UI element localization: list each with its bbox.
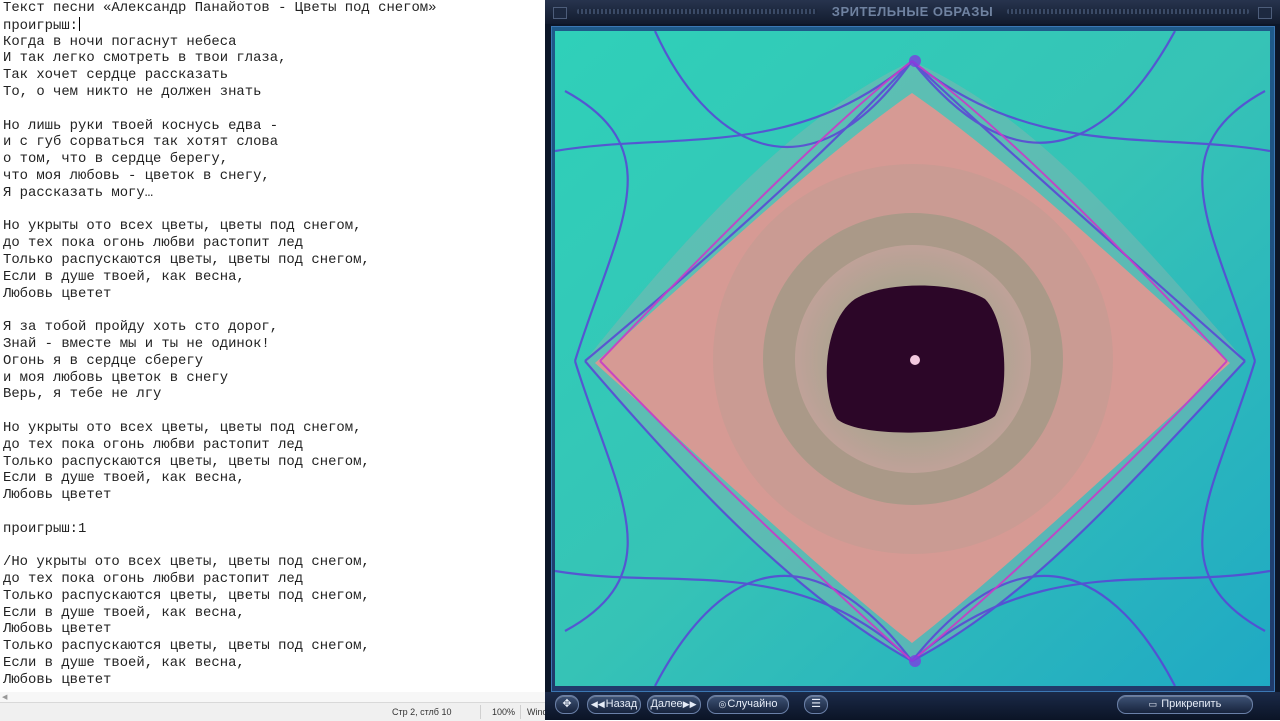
lyric-line: Только распускаются цветы, цветы под сне… [3, 453, 370, 470]
status-bar: Стр 2, стлб 10 100% Wind [0, 702, 548, 721]
move-icon[interactable]: ✥ [555, 695, 579, 714]
lyric-line: Если в душе твоей, как весна, [3, 470, 245, 487]
player-title: ЗРИТЕЛЬНЫЕ ОБРАЗЫ [831, 4, 994, 19]
lyric-line: Только распускаются цветы, цветы под сне… [3, 251, 370, 268]
lyric-line: Любовь цветет [3, 487, 112, 504]
lyric-line [3, 504, 436, 521]
pin-icon: ▭ [1148, 699, 1158, 709]
lyric-line: о том, что в сердце берегу, [3, 151, 229, 168]
lyric-line: То, о чем никто не должен знать [3, 83, 262, 100]
lyric-line: Любовь цветет [3, 671, 112, 688]
text-caret [79, 16, 81, 31]
lyric-line: Я за тобой пройду хоть сто дорог, [3, 319, 279, 336]
random-icon: ◎ [718, 699, 727, 709]
visualization-frame [551, 26, 1275, 692]
lyric-line: Если в душе твоей, как весна, [3, 268, 245, 285]
lyric-line: /Но укрыты ото всех цветы, цветы под сне… [3, 554, 370, 571]
random-button[interactable]: ◎Случайно [707, 695, 789, 714]
rewind-icon: ◀◀ [590, 699, 605, 709]
lyric-line: Когда в ночи погаснут небеса [3, 33, 237, 50]
fast-forward-icon: ▶▶ [682, 699, 697, 709]
lyric-line: Если в душе твоей, как весна, [3, 604, 245, 621]
lyric-line: Верь, я тебе не лгу [3, 386, 162, 403]
lyric-line: Но лишь руки твоей коснусь едва - [3, 117, 279, 134]
back-button[interactable]: ◀◀Назад [587, 695, 641, 714]
lyrics-text[interactable]: Текст песни «Александр Панайотов - Цветы… [3, 0, 436, 689]
media-player-window: ЗРИТЕЛЬНЫЕ ОБРАЗЫ ✥ ◀◀Назад Далее▶▶ ◎Слу… [545, 0, 1280, 720]
notepad-editor[interactable]: Текст песни «Александр Панайотов - Цветы… [0, 0, 545, 692]
lyric-line: Только распускаются цветы, цветы под сне… [3, 587, 370, 604]
lyric-line: Текст песни «Александр Панайотов - Цветы… [3, 0, 437, 16]
lyric-line: до тех пока огонь любви растопит лед [3, 235, 304, 252]
lyric-line: и с губ сорваться так хотят слова [3, 134, 279, 151]
lyric-line [3, 403, 436, 420]
zoom-level: 100% [492, 707, 516, 717]
lyric-line: Любовь цветет [3, 621, 112, 638]
lyric-line: до тех пока огонь любви растопит лед [3, 571, 304, 588]
lyric-line [3, 302, 436, 319]
scroll-left-icon[interactable]: ◀ [2, 693, 7, 701]
lyric-line [3, 202, 436, 219]
visualization-canvas[interactable] [555, 31, 1270, 686]
lyric-line: что моя любовь - цветок в снегу, [3, 167, 270, 184]
lyric-line: Если в душе твоей, как весна, [3, 655, 245, 672]
menu-icon[interactable]: ☰ [804, 695, 828, 714]
lyric-line: Но укрыты ото всех цветы, цветы под снег… [3, 218, 362, 235]
lyric-line: Я рассказать могу… [3, 184, 154, 201]
pin-button[interactable]: ▭ Прикрепить [1117, 695, 1253, 714]
player-titlebar[interactable]: ЗРИТЕЛЬНЫЕ ОБРАЗЫ [545, 0, 1280, 24]
player-controls-bar: ✥ ◀◀Назад Далее▶▶ ◎Случайно ☰ ▭ Прикрепи… [545, 692, 1280, 720]
lyric-line: и моя любовь цветок в снегу [3, 369, 229, 386]
cursor-position: Стр 2, стлб 10 [392, 707, 452, 717]
lyric-line: проигрыш:1 [3, 520, 87, 537]
next-button[interactable]: Далее▶▶ [647, 695, 701, 714]
lyric-line: Огонь я в сердце сберегу [3, 352, 204, 369]
lyric-line: Но укрыты ото всех цветы, цветы под снег… [3, 419, 362, 436]
lyric-line: до тех пока огонь любви растопит лед [3, 436, 304, 453]
lyric-line: Знай - вместе мы и ты не одинок! [3, 335, 270, 352]
lyric-line: проигрыш: [3, 16, 81, 34]
lyric-line: Только распускаются цветы, цветы под сне… [3, 638, 370, 655]
lyric-line: И так легко смотреть в твои глаза, [3, 50, 287, 67]
lyric-line [3, 538, 436, 555]
lyric-line [3, 101, 436, 118]
lyric-line: Любовь цветет [3, 285, 112, 302]
lyric-line: Так хочет сердце рассказать [3, 67, 229, 84]
horizontal-scrollbar[interactable]: ◀ [0, 692, 545, 702]
